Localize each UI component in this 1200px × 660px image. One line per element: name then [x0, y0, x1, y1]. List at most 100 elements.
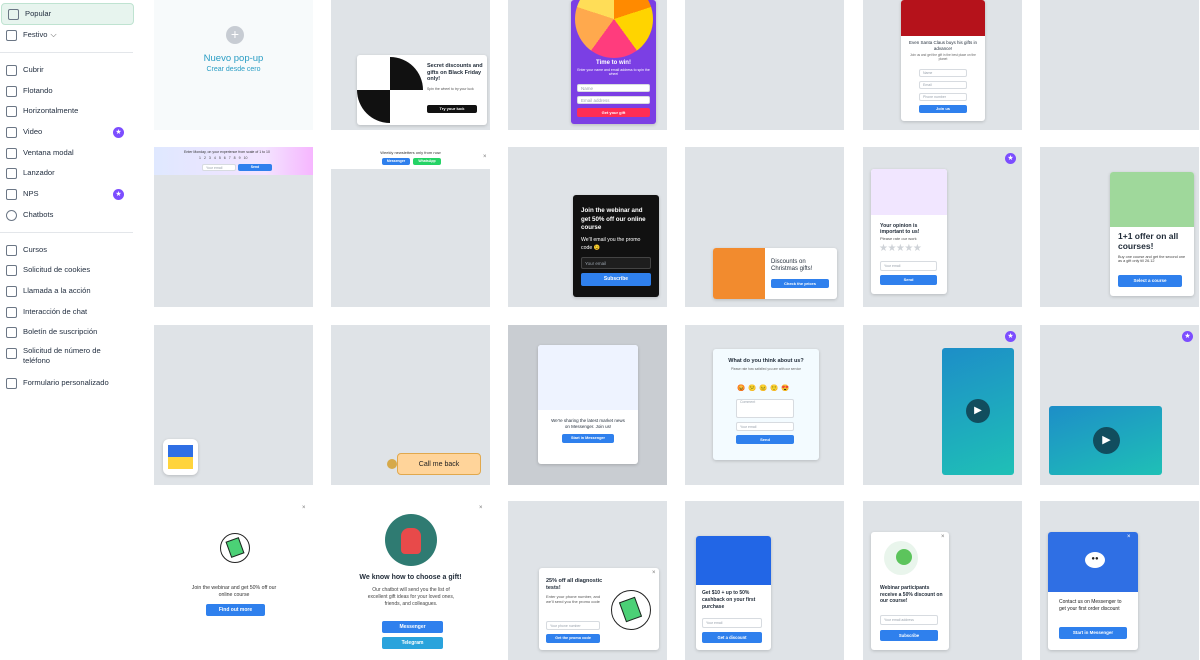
sidebar-item-chatbots[interactable]: Chatbots [0, 208, 133, 222]
callme-button-preview: Call me back [397, 453, 481, 475]
chat-image: ●● × [1048, 532, 1138, 592]
rating-number: 3 [208, 156, 211, 160]
template-tile-video-horizontal[interactable]: ★ ▶ [1040, 325, 1199, 485]
new-popup-subtitle: Crear desde cero [206, 66, 261, 73]
rating-number: 5 [218, 156, 221, 160]
template-tile-empty[interactable] [1040, 0, 1199, 130]
template-tile-gift[interactable]: × We know how to choose a gift! Our chat… [331, 501, 490, 660]
sidebar-item-newsletter[interactable]: Boletín de suscripción [0, 325, 133, 339]
divider [0, 232, 133, 233]
newsletter-icon [6, 326, 17, 338]
popup-preview: What do you think about us? Please rate … [713, 349, 819, 460]
santa-image [901, 0, 985, 36]
nps-icon [6, 188, 17, 200]
sidebar-item-custom-form[interactable]: Formulario personalizado [0, 376, 133, 390]
sidebar-item-phone-request[interactable]: Solicitud de número de teléfono [0, 346, 133, 368]
sidebar-item-chat-interaction[interactable]: Interacción de chat [0, 305, 133, 319]
template-tile-webinar-white[interactable]: × Join the webinar and get 50% off our o… [154, 501, 313, 660]
sidebar-item-flotando[interactable]: Flotando [0, 84, 133, 98]
popup-preview: Time to win! Enter your name and email a… [571, 0, 656, 124]
sidebar-item-popular[interactable]: Popular [1, 3, 134, 25]
rating-number: 2 [203, 156, 206, 160]
cookie-icon [6, 264, 17, 276]
rating-number: 10 [243, 156, 248, 160]
template-tile-santa[interactable]: Even Santa Claus buys his gifts in advan… [863, 0, 1022, 130]
popup-preview: Even Santa Claus buys his gifts in advan… [901, 0, 985, 121]
template-tile-callme[interactable]: Call me back [331, 325, 490, 485]
santa-avatar [385, 514, 437, 566]
premium-star-icon: ★ [113, 188, 124, 200]
video-preview: ▶ [1049, 406, 1162, 475]
template-tile-launcher[interactable] [154, 325, 313, 485]
emoji-rating: 😡😕😐🙂😍 [737, 385, 793, 392]
sidebar-item-cursos[interactable]: Cursos [0, 243, 133, 257]
popup-preview: Discounts on Christmas gifts! Check the … [713, 248, 837, 299]
prize-wheel [575, 0, 653, 58]
popup-preview: Join the webinar and get 50% off our onl… [573, 195, 659, 297]
party-image [538, 345, 638, 410]
sidebar-item-nps[interactable]: NPS ★ [0, 187, 133, 201]
rating-number: 1 [199, 156, 201, 160]
template-tile-contact[interactable]: ●● × Contact us on Messenger to get your… [1040, 501, 1199, 660]
popup-preview: × 25% off all diagnostic tests! Enter yo… [539, 568, 659, 650]
new-popup-tile[interactable]: + Nuevo pop-up Crear desde cero [154, 0, 313, 130]
template-tile-bar-newsletter[interactable]: Weekly newsletters only from now Messeng… [331, 147, 490, 307]
close-icon: × [941, 534, 945, 540]
template-tile-diag[interactable]: × 25% off all diagnostic tests! Enter yo… [508, 501, 667, 660]
template-tile-cashback[interactable]: Get $10 + up to 50% cashback on your fir… [685, 501, 844, 660]
template-tile-webinar-dark[interactable]: Join the webinar and get 50% off our onl… [508, 147, 667, 307]
video-preview: ▶ [942, 348, 1014, 475]
phone-icon [6, 348, 17, 359]
star-rating: ★★★★★ [879, 243, 922, 254]
premium-star-icon: ★ [1005, 331, 1016, 342]
sidebar-item-video[interactable]: Video ★ [0, 125, 133, 139]
template-tile-empty[interactable] [685, 0, 844, 130]
close-icon: × [479, 505, 483, 511]
popup-preview: ●● × Contact us on Messenger to get your… [1048, 532, 1138, 650]
template-tile-opinion[interactable]: ★ Your opinion is important to us! Pleas… [863, 147, 1022, 307]
prize-wheel [357, 57, 423, 123]
template-tile-market[interactable]: We're sharing the latest market news on … [508, 325, 667, 485]
premium-star-icon: ★ [1005, 153, 1016, 164]
template-tile-video-vertical[interactable]: ★ ▶ [863, 325, 1022, 485]
popup-preview: We're sharing the latest market news on … [538, 345, 638, 464]
template-tile-courses[interactable]: 1+1 offer on all courses! Buy one course… [1040, 147, 1199, 307]
divider [0, 52, 133, 53]
close-icon: × [302, 505, 306, 511]
popup-preview: Secret discounts and gifts on Black Frid… [357, 55, 487, 125]
template-tile-wheel[interactable]: Secret discounts and gifts on Black Frid… [331, 0, 490, 130]
template-tile-spin[interactable]: Time to win! Enter your name and email a… [508, 0, 667, 130]
play-icon: ▶ [966, 399, 990, 423]
sidebar-item-horizontalmente[interactable]: Horizontalmente [0, 104, 133, 118]
rating-scale: 1 2 3 4 5 6 7 8 9 10 [199, 156, 247, 160]
sidebar-item-ventana-modal[interactable]: Ventana modal [0, 146, 133, 160]
launcher-preview [163, 439, 198, 475]
chevron-down-icon: ⌵ [50, 30, 57, 39]
cta-icon [6, 285, 17, 297]
popup-preview: Your opinion is important to us! Please … [871, 169, 947, 294]
sidebar-item-cubrir[interactable]: Cubrir [0, 63, 133, 77]
rating-number: 6 [223, 156, 226, 160]
popup-preview: Get $10 + up to 50% cashback on your fir… [696, 536, 771, 650]
cover-icon [6, 64, 17, 76]
tree-icon [6, 29, 17, 41]
plus-icon: + [226, 26, 244, 44]
grid-icon [8, 8, 19, 20]
close-icon: × [483, 154, 487, 160]
courses-icon [6, 244, 17, 256]
rating-number: 9 [238, 156, 241, 160]
modal-icon [6, 147, 17, 159]
play-icon: ▶ [1093, 427, 1120, 454]
template-tile-christmas[interactable]: Discounts on Christmas gifts! Check the … [685, 147, 844, 307]
sidebar-item-festivo[interactable]: Festivo ⌵ [0, 27, 133, 43]
chat-bubble-icon: ●● [1085, 552, 1105, 568]
sidebar-item-cta[interactable]: Llamada a la acción [0, 284, 133, 298]
close-icon: × [652, 570, 656, 576]
template-tile-webinar-part[interactable]: × Webinar participants receive a 50% dis… [863, 501, 1022, 660]
sidebar-item-cookies[interactable]: Solicitud de cookies [0, 263, 133, 277]
popup-bar-preview: Enter Monday, on your experience from sc… [154, 147, 313, 175]
template-tile-bar-rating[interactable]: Enter Monday, on your experience from sc… [154, 147, 313, 307]
sidebar-item-lanzador[interactable]: Lanzador [0, 166, 133, 180]
template-tile-think[interactable]: What do you think about us? Please rate … [685, 325, 844, 485]
party-image [884, 541, 918, 575]
